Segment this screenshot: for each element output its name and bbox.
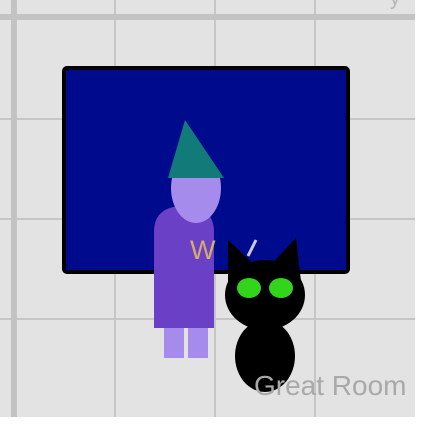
- cat-left-eye: [237, 278, 261, 298]
- cat-whisker: [246, 239, 258, 257]
- game-viewport: y W Great Room: [0, 0, 415, 417]
- room-name-label: Great Room: [254, 370, 407, 401]
- cat-right-eye: [269, 278, 293, 298]
- cat-sprite[interactable]: [0, 0, 415, 417]
